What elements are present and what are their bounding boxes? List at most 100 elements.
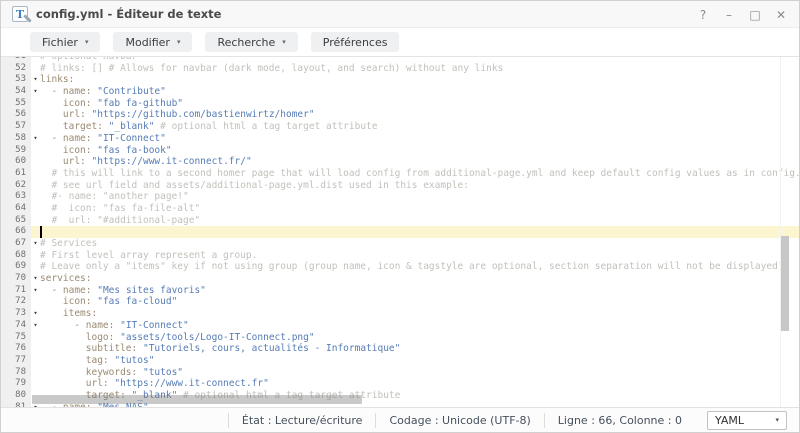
code-line-71[interactable]: 71▾ - name: "Mes sites favoris" — [1, 285, 799, 297]
line-number: 64 — [1, 203, 31, 215]
maximize-icon[interactable]: □ — [747, 8, 763, 22]
code-line-body[interactable]: subtitle: "Tutoriels, cours, actualités … — [31, 343, 799, 355]
status-cursor-position: Ligne : 66, Colonne : 0 — [544, 413, 695, 428]
code-line-body[interactable]: url: "https://www.it-connect.fr" — [31, 378, 799, 390]
menu-label: Modifier — [125, 36, 169, 49]
code-line-63[interactable]: 63 #- name: "another page!" — [1, 191, 799, 203]
fold-slot — [31, 180, 40, 192]
fold-arrow-icon[interactable]: ▾ — [31, 320, 40, 332]
horizontal-scrollbar-thumb[interactable] — [32, 395, 362, 404]
code-line-62[interactable]: 62 # see url field and assets/additional… — [1, 180, 799, 192]
code-line-67[interactable]: 67▾# Services — [1, 238, 799, 250]
fold-slot — [31, 156, 40, 168]
code-line-body[interactable]: # see url field and assets/additional-pa… — [31, 180, 799, 192]
code-line-body[interactable]: # links: [] # Allows for navbar (dark mo… — [31, 63, 799, 75]
fold-arrow-icon[interactable]: ▾ — [31, 273, 40, 285]
code-line-body[interactable]: logo: "assets/tools/Logo-IT-Connect.png" — [31, 332, 799, 344]
language-select[interactable]: YAML ▾ — [707, 411, 787, 430]
fold-slot — [31, 367, 40, 379]
line-number: 73 — [1, 308, 31, 320]
code-line-60[interactable]: 60 url: "https://www.it-connect.fr/" — [1, 156, 799, 168]
code-text: # icon: "fas fa-file-alt" — [40, 203, 799, 215]
code-line-body[interactable]: ▾ - name: "IT-Connect" — [31, 133, 799, 145]
code-line-body[interactable] — [31, 226, 799, 238]
code-line-body[interactable]: url: "https://www.it-connect.fr/" — [31, 156, 799, 168]
code-line-body[interactable]: ▾ - name: "IT-Connect" — [31, 320, 799, 332]
text-cursor — [40, 226, 42, 238]
code-line-body[interactable]: ▾ - name: "Mes sites favoris" — [31, 285, 799, 297]
line-number: 58 — [1, 133, 31, 145]
code-line-66[interactable]: 66 — [1, 226, 799, 238]
code-line-body[interactable]: # url: "#additional-page" — [31, 215, 799, 227]
code-line-64[interactable]: 64 # icon: "fas fa-file-alt" — [1, 203, 799, 215]
fold-arrow-icon[interactable]: ▾ — [31, 308, 40, 320]
code-text: url: "https://www.it-connect.fr/" — [40, 156, 799, 168]
code-editor[interactable]: 51# Optional navbar52# links: [] # Allow… — [1, 57, 799, 407]
code-line-76[interactable]: 76 subtitle: "Tutoriels, cours, actualit… — [1, 343, 799, 355]
code-line-body[interactable]: ▾services: — [31, 273, 799, 285]
fold-arrow-icon[interactable]: ▾ — [31, 285, 40, 297]
fold-arrow-icon[interactable]: ▾ — [31, 74, 40, 86]
code-line-body[interactable]: icon: "fas fa-book" — [31, 145, 799, 157]
close-icon[interactable]: ✕ — [773, 8, 789, 22]
menu-modifier[interactable]: Modifier ▾ — [113, 32, 192, 52]
code-line-body[interactable]: # this will link to a second homer page … — [31, 168, 799, 180]
menu-fichier[interactable]: Fichier ▾ — [30, 32, 100, 52]
vertical-scrollbar-thumb[interactable] — [781, 236, 789, 331]
code-line-body[interactable]: ▾links: — [31, 74, 799, 86]
code-text: icon: "fab fa-github" — [40, 98, 799, 110]
code-line-body[interactable]: icon: "fab fa-github" — [31, 98, 799, 110]
fold-slot — [31, 63, 40, 75]
help-icon[interactable]: ? — [695, 8, 711, 22]
code-line-body[interactable]: # icon: "fas fa-file-alt" — [31, 203, 799, 215]
minimize-icon[interactable]: – — [721, 8, 737, 22]
chevron-down-icon: ▾ — [282, 38, 286, 46]
code-line-69[interactable]: 69# Leave only a "items" key if not usin… — [1, 261, 799, 273]
code-line-58[interactable]: 58▾ - name: "IT-Connect" — [1, 133, 799, 145]
code-text: - name: "IT-Connect" — [40, 133, 799, 145]
code-line-61[interactable]: 61 # this will link to a second homer pa… — [1, 168, 799, 180]
code-line-body[interactable]: ▾ - name: "Contribute" — [31, 86, 799, 98]
code-line-79[interactable]: 79 url: "https://www.it-connect.fr" — [1, 378, 799, 390]
code-line-body[interactable]: ▾# Services — [31, 238, 799, 250]
fold-arrow-icon[interactable]: ▾ — [31, 86, 40, 98]
code-line-70[interactable]: 70▾services: — [1, 273, 799, 285]
code-line-body[interactable]: keywords: "tutos" — [31, 367, 799, 379]
code-line-54[interactable]: 54▾ - name: "Contribute" — [1, 86, 799, 98]
code-line-73[interactable]: 73▾ items: — [1, 308, 799, 320]
fold-slot — [31, 355, 40, 367]
line-number: 67 — [1, 238, 31, 250]
code-line-57[interactable]: 57 target: "_blank" # optional html a ta… — [1, 121, 799, 133]
code-line-body[interactable]: # Leave only a "items" key if not using … — [31, 261, 799, 273]
code-text: # Services — [40, 238, 799, 250]
code-line-body[interactable]: #- name: "another page!" — [31, 191, 799, 203]
fold-slot — [31, 109, 40, 121]
code-line-77[interactable]: 77 tag: "tutos" — [1, 355, 799, 367]
code-line-52[interactable]: 52# links: [] # Allows for navbar (dark … — [1, 63, 799, 75]
code-line-body[interactable]: ▾ items: — [31, 308, 799, 320]
menu-preferences[interactable]: Préférences — [311, 32, 400, 52]
code-line-75[interactable]: 75 logo: "assets/tools/Logo-IT-Connect.p… — [1, 332, 799, 344]
fold-slot — [31, 98, 40, 110]
code-line-53[interactable]: 53▾links: — [1, 74, 799, 86]
code-line-body[interactable]: url: "https://github.com/bastienwirtz/ho… — [31, 109, 799, 121]
code-text: url: "https://www.it-connect.fr" — [40, 378, 799, 390]
code-line-56[interactable]: 56 url: "https://github.com/bastienwirtz… — [1, 109, 799, 121]
code-line-body[interactable]: # First level array represent a group. — [31, 250, 799, 262]
code-line-68[interactable]: 68# First level array represent a group. — [1, 250, 799, 262]
code-line-body[interactable]: target: "_blank" # optional html a tag t… — [31, 121, 799, 133]
code-line-body[interactable]: icon: "fas fa-cloud" — [31, 296, 799, 308]
code-text: target: "_blank" # optional html a tag t… — [40, 121, 799, 133]
menu-recherche[interactable]: Recherche ▾ — [205, 32, 297, 52]
code-line-55[interactable]: 55 icon: "fab fa-github" — [1, 98, 799, 110]
line-number: 77 — [1, 355, 31, 367]
fold-arrow-icon[interactable]: ▾ — [31, 238, 40, 250]
code-line-74[interactable]: 74▾ - name: "IT-Connect" — [1, 320, 799, 332]
code-line-78[interactable]: 78 keywords: "tutos" — [1, 367, 799, 379]
fold-slot — [31, 226, 40, 238]
fold-arrow-icon[interactable]: ▾ — [31, 133, 40, 145]
code-line-72[interactable]: 72 icon: "fas fa-cloud" — [1, 296, 799, 308]
code-line-65[interactable]: 65 # url: "#additional-page" — [1, 215, 799, 227]
code-line-59[interactable]: 59 icon: "fas fa-book" — [1, 145, 799, 157]
code-line-body[interactable]: tag: "tutos" — [31, 355, 799, 367]
